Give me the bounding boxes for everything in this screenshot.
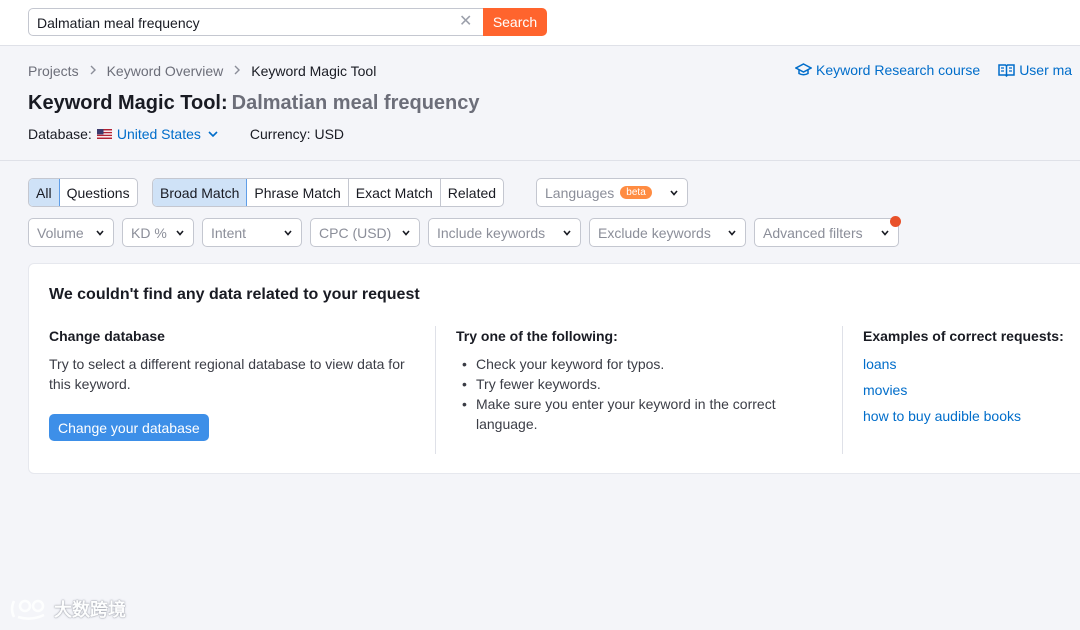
example-link[interactable]: how to buy audible books: [863, 406, 1073, 426]
example-link[interactable]: loans: [863, 354, 1073, 374]
chevron-down-icon: [881, 229, 889, 236]
change-database-text: Try to select a different regional datab…: [49, 356, 405, 392]
database-label: Database:: [28, 126, 92, 142]
currency-label: Currency: USD: [249, 126, 345, 142]
page-header: Projects Keyword Overview Keyword Magic …: [0, 47, 1080, 161]
page-title: Keyword Magic Tool: Dalmatian meal freque…: [28, 92, 480, 115]
user-manual-label: User ma: [1019, 62, 1073, 78]
examples-heading: Examples of correct requests:: [863, 328, 1064, 344]
book-icon: [998, 64, 1015, 77]
cpc-label: CPC (USD): [319, 224, 392, 241]
tab-related[interactable]: Related: [441, 179, 503, 206]
search-box: ✕: [28, 8, 484, 36]
watermark-text: 大数跨境: [54, 600, 126, 620]
breadcrumb-current: Keyword Magic Tool: [251, 63, 377, 79]
include-keywords-dropdown[interactable]: Include keywords: [428, 218, 581, 247]
empty-state-card: We couldn't find any data related to you…: [28, 263, 1080, 474]
change-database-heading: Change database: [49, 328, 165, 344]
intent-dropdown[interactable]: Intent: [202, 218, 302, 247]
help-links: Keyword Research course User ma: [795, 62, 1080, 78]
divider: [842, 326, 843, 454]
list-item: Try fewer keywords.: [456, 374, 816, 394]
divider: [435, 326, 436, 454]
tab-phrase-match[interactable]: Phrase Match: [247, 179, 349, 206]
user-manual-link[interactable]: User ma: [998, 62, 1072, 78]
chevron-down-icon: [208, 131, 218, 138]
watermark-logo-icon: [10, 599, 45, 620]
chevron-down-icon: [96, 229, 104, 236]
list-item: Check your keyword for typos.: [456, 354, 816, 374]
suggestions-list: Check your keyword for typos. Try fewer …: [456, 354, 816, 434]
cpc-dropdown[interactable]: CPC (USD): [310, 218, 420, 247]
volume-dropdown[interactable]: Volume: [28, 218, 114, 247]
example-link[interactable]: movies: [863, 380, 1073, 400]
languages-dropdown[interactable]: Languages beta: [536, 178, 688, 207]
chevron-right-icon: [233, 64, 241, 78]
chevron-down-icon: [284, 229, 292, 236]
database-selector[interactable]: United States: [96, 126, 220, 142]
change-database-section: Change database Try to select a differen…: [49, 328, 419, 441]
examples-section: Examples of correct requests: loans movi…: [863, 328, 1073, 432]
suggestions-section: Try one of the following: Check your key…: [456, 328, 816, 434]
page-title-tool: Keyword Magic Tool:: [28, 92, 228, 114]
breadcrumb-keyword-overview[interactable]: Keyword Overview: [107, 63, 224, 79]
us-flag-icon: [96, 129, 112, 139]
database-row: Database: United States Currency: USD: [28, 126, 344, 142]
empty-state-title: We couldn't find any data related to you…: [49, 286, 420, 303]
search-input[interactable]: [37, 13, 447, 33]
keyword-research-course-label: Keyword Research course: [816, 62, 981, 78]
change-database-button[interactable]: Change your database: [49, 414, 209, 441]
exclude-keywords-label: Exclude keywords: [598, 224, 711, 241]
tab-all[interactable]: All: [29, 179, 60, 206]
exclude-keywords-dropdown[interactable]: Exclude keywords: [589, 218, 746, 247]
question-filter-tabs: All Questions: [28, 178, 138, 207]
kd-label: KD %: [131, 224, 167, 241]
chevron-down-icon: [176, 229, 184, 236]
chevron-right-icon: [89, 64, 97, 78]
languages-label: Languages: [545, 184, 615, 201]
include-keywords-label: Include keywords: [437, 224, 546, 241]
page-title-keyword: Dalmatian meal frequency: [231, 92, 480, 114]
watermark: 大数跨境: [8, 596, 126, 622]
match-filter-tabs: Broad Match Phrase Match Exact Match Rel…: [152, 178, 505, 207]
keyword-research-course-link[interactable]: Keyword Research course: [795, 62, 980, 78]
tab-questions[interactable]: Questions: [60, 179, 137, 206]
graduation-cap-icon: [795, 63, 812, 76]
chevron-down-icon: [563, 229, 571, 236]
search-button[interactable]: Search: [483, 8, 547, 36]
chevron-down-icon: [670, 189, 678, 196]
breadcrumb: Projects Keyword Overview Keyword Magic …: [28, 63, 376, 79]
beta-badge: beta: [620, 186, 652, 199]
database-value: United States: [116, 126, 201, 142]
close-icon[interactable]: ✕: [459, 14, 473, 30]
advanced-filters-dropdown[interactable]: Advanced filters: [754, 218, 899, 247]
advanced-filters-label: Advanced filters: [763, 224, 863, 241]
kd-dropdown[interactable]: KD %: [122, 218, 194, 247]
list-item: Make sure you enter your keyword in the …: [456, 394, 816, 434]
suggestions-heading: Try one of the following:: [456, 328, 618, 344]
chevron-down-icon: [728, 229, 736, 236]
intent-label: Intent: [211, 224, 247, 241]
volume-label: Volume: [37, 224, 84, 241]
chevron-down-icon: [402, 229, 410, 236]
top-search-bar: ✕ Search: [0, 0, 1080, 46]
tab-broad-match[interactable]: Broad Match: [153, 179, 248, 206]
tab-exact-match[interactable]: Exact Match: [349, 179, 441, 206]
breadcrumb-projects[interactable]: Projects: [28, 63, 79, 79]
notification-dot: [890, 216, 901, 227]
